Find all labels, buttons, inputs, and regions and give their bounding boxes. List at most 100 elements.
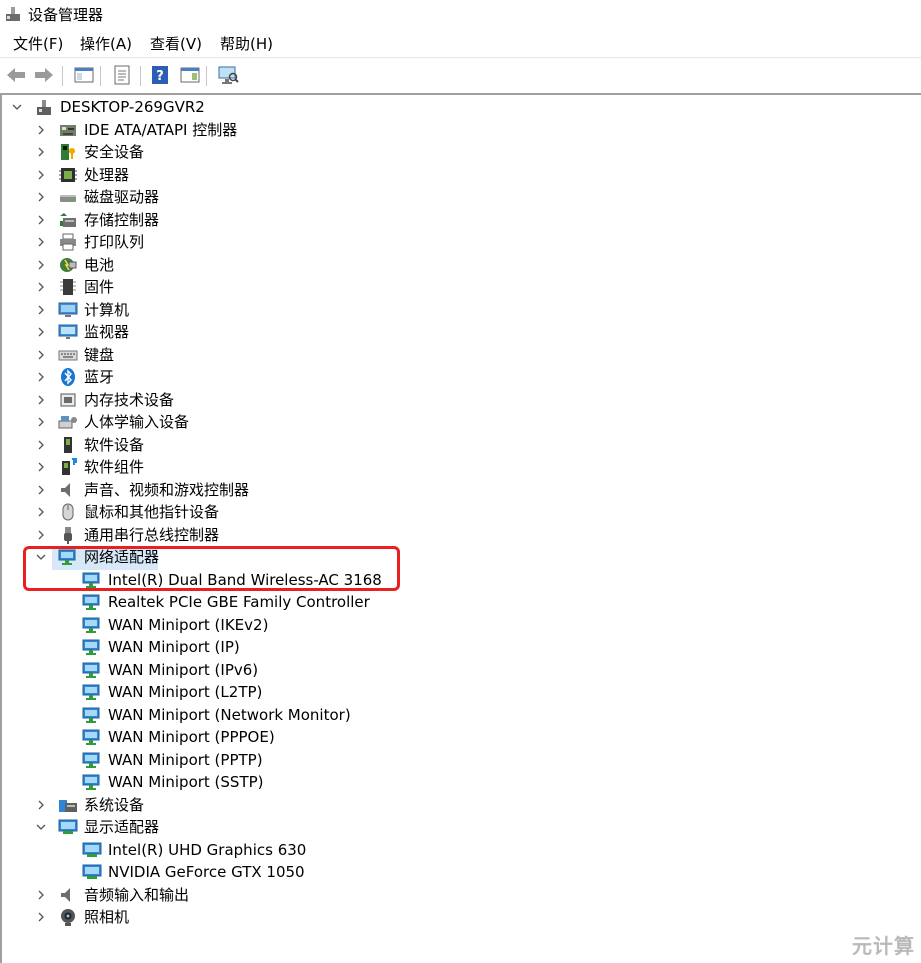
menu-file[interactable]: 文件(F): [11, 34, 65, 54]
chevron-right-icon[interactable]: [34, 415, 48, 429]
tree-device[interactable]: WAN Miniport (SSTP): [58, 771, 264, 793]
tree-category[interactable]: 蓝牙: [34, 366, 114, 388]
software-device-icon: [58, 435, 78, 455]
tree-category[interactable]: 内存技术设备: [34, 389, 174, 411]
tree-category[interactable]: IDE ATA/ATAPI 控制器: [34, 119, 237, 141]
chevron-right-icon[interactable]: [34, 438, 48, 452]
tree-category[interactable]: 显示适配器: [34, 816, 159, 838]
chevron-right-icon[interactable]: [34, 190, 48, 204]
chevron-right-icon[interactable]: [34, 460, 48, 474]
tree-device[interactable]: WAN Miniport (L2TP): [58, 681, 262, 703]
tree-category[interactable]: 软件设备: [34, 434, 144, 456]
tree-category[interactable]: 鼠标和其他指针设备: [34, 501, 219, 523]
tree-category[interactable]: 监视器: [34, 321, 129, 343]
menu-help[interactable]: 帮助(H): [218, 34, 275, 54]
tree-item-label: NVIDIA GeForce GTX 1050: [108, 863, 305, 881]
tree-category[interactable]: 音频输入和输出: [34, 884, 189, 906]
tree-device[interactable]: WAN Miniport (PPTP): [58, 749, 263, 771]
toolbar-separator: [206, 66, 207, 86]
tree-item-label: 存储控制器: [84, 210, 160, 229]
forward-icon[interactable]: [32, 63, 56, 87]
svg-text:?: ?: [156, 69, 164, 84]
tree-item-label: 软件组件: [84, 458, 145, 476]
back-icon[interactable]: [4, 63, 28, 87]
tree-device[interactable]: WAN Miniport (IPv6): [58, 659, 258, 681]
chevron-right-icon[interactable]: [34, 910, 48, 924]
tree-category[interactable]: 照相机: [34, 906, 129, 928]
tree-device[interactable]: Realtek PCIe GBE Family Controller: [58, 591, 370, 613]
bluetooth-icon: [58, 367, 78, 387]
tree-category[interactable]: 系统设备: [34, 794, 144, 816]
tree-item-label: 声音、视频和游戏控制器: [84, 480, 250, 499]
tree-item-label: DESKTOP-269GVR2: [60, 98, 205, 116]
chevron-right-icon[interactable]: [34, 348, 48, 362]
chevron-right-icon[interactable]: [34, 123, 48, 137]
tree-device[interactable]: WAN Miniport (IKEv2): [58, 614, 268, 636]
tree-device[interactable]: Intel(R) Dual Band Wireless-AC 3168: [58, 569, 382, 591]
tree-item-label: 网络适配器: [84, 548, 160, 566]
tree-category[interactable]: 磁盘驱动器: [34, 186, 159, 208]
tree-category[interactable]: 打印队列: [34, 231, 144, 253]
tree-category[interactable]: 安全设备: [34, 141, 144, 163]
network-device-icon: [82, 615, 102, 635]
tree-item-label: WAN Miniport (PPTP): [108, 750, 263, 769]
tree-root-computer[interactable]: DESKTOP-269GVR2: [10, 96, 205, 118]
menu-action[interactable]: 操作(A): [78, 34, 134, 54]
tree-category[interactable]: 电池: [34, 254, 114, 276]
display-device-icon: [82, 862, 102, 882]
tree-item-label: IDE ATA/ATAPI 控制器: [84, 120, 238, 139]
chevron-right-icon[interactable]: [34, 483, 48, 497]
chevron-down-icon[interactable]: [10, 100, 24, 114]
tree-category[interactable]: 固件: [34, 276, 114, 298]
computer-icon: [58, 300, 78, 320]
battery-icon: [58, 255, 78, 275]
tree-device[interactable]: NVIDIA GeForce GTX 1050: [58, 861, 305, 883]
tree-category[interactable]: 人体学输入设备: [34, 411, 189, 433]
chevron-right-icon[interactable]: [34, 393, 48, 407]
chevron-right-icon[interactable]: [34, 303, 48, 317]
help-icon[interactable]: ?: [148, 63, 172, 87]
tree-category[interactable]: 通用串行总线控制器: [34, 524, 219, 546]
action-pane-icon[interactable]: [178, 63, 202, 87]
chevron-right-icon[interactable]: [34, 325, 48, 339]
chevron-down-icon[interactable]: [34, 820, 48, 834]
chevron-down-icon[interactable]: [34, 550, 48, 564]
network-device-icon: [82, 660, 102, 680]
tree-category[interactable]: 计算机: [34, 299, 129, 321]
tree-category[interactable]: 键盘: [34, 344, 114, 366]
chevron-right-icon[interactable]: [34, 235, 48, 249]
chevron-right-icon[interactable]: [34, 213, 48, 227]
chevron-right-icon[interactable]: [34, 280, 48, 294]
chevron-right-icon[interactable]: [34, 505, 48, 519]
tree-category[interactable]: 软件组件: [34, 456, 144, 478]
chevron-right-icon[interactable]: [34, 168, 48, 182]
properties-icon[interactable]: [110, 63, 134, 87]
title-bar: 设备管理器: [0, 0, 921, 30]
scan-hardware-icon[interactable]: [216, 63, 240, 87]
tree-item-label: 显示适配器: [84, 818, 160, 836]
chevron-right-icon[interactable]: [34, 370, 48, 384]
menu-view[interactable]: 查看(V): [148, 34, 204, 54]
tree-category[interactable]: 声音、视频和游戏控制器: [34, 479, 249, 501]
chevron-right-icon[interactable]: [34, 258, 48, 272]
tree-item-label: 计算机: [84, 300, 130, 319]
tree-category[interactable]: 存储控制器: [34, 209, 159, 231]
tree-category[interactable]: 处理器: [34, 164, 129, 186]
chevron-right-icon[interactable]: [34, 798, 48, 812]
audio-io-icon: [58, 885, 78, 905]
show-hide-console-tree-icon[interactable]: [72, 63, 96, 87]
firmware-icon: [58, 277, 78, 297]
chevron-right-icon[interactable]: [34, 888, 48, 902]
tree-category[interactable]: 网络适配器: [34, 546, 159, 568]
tree-item-label: 音频输入和输出: [84, 885, 190, 904]
tree-device[interactable]: WAN Miniport (PPPOE): [58, 726, 275, 748]
tree-device[interactable]: WAN Miniport (IP): [58, 636, 240, 658]
chevron-right-icon[interactable]: [34, 145, 48, 159]
tree-device[interactable]: Intel(R) UHD Graphics 630: [58, 839, 306, 861]
chevron-right-icon[interactable]: [34, 528, 48, 542]
tree-device[interactable]: WAN Miniport (Network Monitor): [58, 704, 351, 726]
